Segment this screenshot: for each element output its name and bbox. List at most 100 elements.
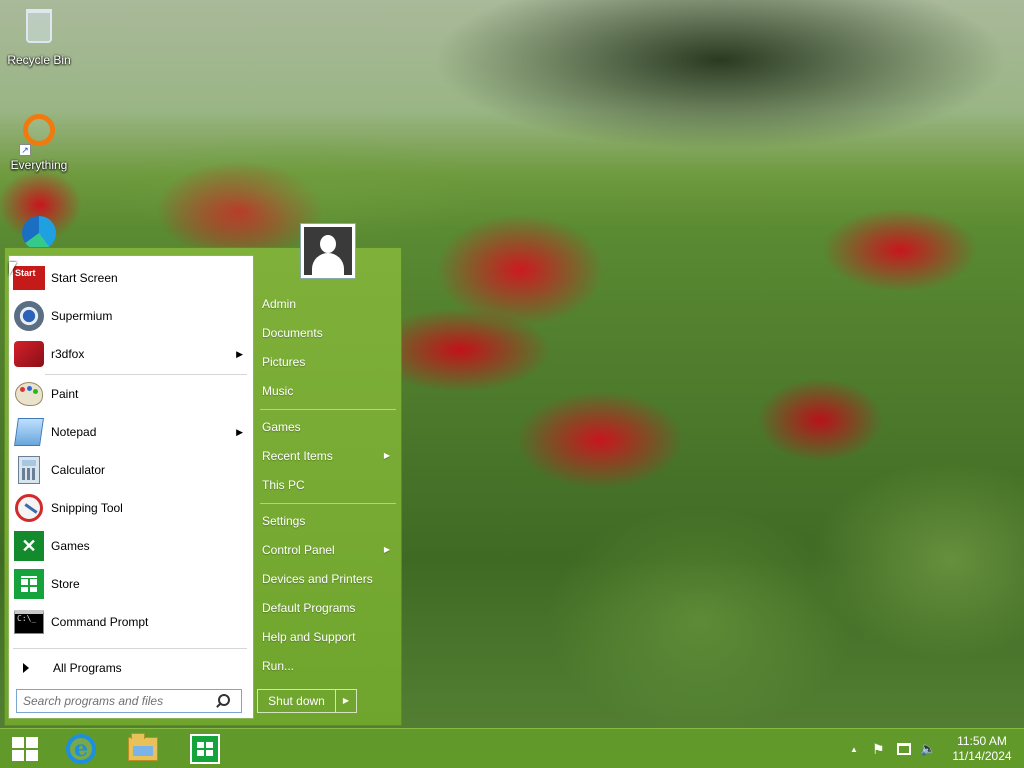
taskbar-store[interactable] [180, 731, 230, 767]
right-item-label: Pictures [262, 355, 306, 369]
start-right-settings[interactable]: Settings [258, 508, 396, 534]
everything-icon: ↗ [19, 114, 59, 156]
search-box[interactable] [16, 689, 242, 713]
right-item-label: Default Programs [262, 601, 356, 615]
desktop-icon-label: Recycle Bin [7, 53, 71, 67]
right-item-label: Documents [262, 326, 323, 340]
program-snipping-tool[interactable]: Snipping Tool [13, 490, 251, 526]
taskbar-internet-explorer[interactable]: e [56, 731, 106, 767]
separator [260, 409, 396, 410]
shutdown-button-group: Shut down ▶ [257, 689, 357, 713]
command-prompt-icon: C:\_ [13, 606, 45, 638]
user-account-picture[interactable] [300, 223, 356, 279]
program-label: Calculator [51, 463, 106, 477]
program-label: r3dfox [51, 347, 85, 361]
search-icon[interactable] [213, 691, 233, 711]
submenu-arrow-icon: ▶ [383, 545, 390, 554]
start-screen-icon: Start [13, 262, 45, 294]
snipping-tool-icon [13, 492, 45, 524]
start-right-help-and-support[interactable]: Help and Support [258, 624, 396, 650]
search-input[interactable] [17, 694, 213, 708]
right-item-label: Help and Support [262, 630, 356, 644]
mouse-cursor-icon [9, 262, 17, 276]
expand-triangle-icon [23, 663, 29, 673]
start-right-devices-and-printers[interactable]: Devices and Printers [258, 566, 396, 592]
right-item-label: Admin [262, 297, 297, 311]
notepad-icon [13, 416, 45, 448]
program-paint[interactable]: Paint [13, 376, 251, 412]
user-avatar-icon [304, 227, 352, 275]
start-right-control-panel[interactable]: Control Panel ▶ [258, 537, 396, 563]
calculator-icon [13, 454, 45, 486]
program-calculator[interactable]: Calculator [13, 452, 251, 488]
taskbar: e ▲ ⚑ 🔈 [0, 728, 1024, 768]
taskbar-file-explorer[interactable] [118, 731, 168, 767]
all-programs-button[interactable]: All Programs [15, 656, 249, 680]
start-right-run[interactable]: Run... [258, 653, 396, 679]
program-notepad[interactable]: Notepad ▶ [13, 414, 251, 450]
right-item-label: Control Panel [262, 543, 335, 557]
program-store[interactable]: Store [13, 566, 251, 602]
recycle-bin-icon [19, 9, 59, 49]
program-label: Snipping Tool [51, 501, 123, 515]
submenu-arrow-icon: ▶ [383, 451, 390, 460]
network-icon[interactable] [897, 731, 911, 767]
action-center-flag-icon[interactable]: ⚑ [872, 731, 885, 767]
program-games[interactable]: ✕ Games [13, 528, 251, 564]
program-supermium[interactable]: Supermium [13, 298, 251, 334]
program-command-prompt[interactable]: C:\_ Command Prompt [13, 604, 251, 640]
internet-explorer-icon: e [66, 734, 96, 764]
right-item-label: Devices and Printers [262, 572, 373, 586]
games-icon: ✕ [13, 530, 45, 562]
supermium-icon [13, 300, 45, 332]
submenu-arrow-icon: ▶ [236, 426, 243, 437]
program-label: Games [51, 539, 90, 553]
taskbar-clock[interactable]: 11:50 AM 11/14/2024 [946, 734, 1018, 764]
desktop-icon-recycle-bin[interactable]: Recycle Bin [0, 6, 78, 67]
submenu-arrow-icon: ▶ [236, 348, 243, 359]
desktop-icon-everything[interactable]: ↗ Everything [0, 112, 78, 172]
clock-date: 11/14/2024 [952, 749, 1012, 763]
right-item-label: Recent Items [262, 449, 333, 463]
program-label: Supermium [51, 309, 113, 323]
start-right-music[interactable]: Music [258, 378, 396, 404]
start-right-default-programs[interactable]: Default Programs [258, 595, 396, 621]
start-button[interactable] [0, 731, 50, 767]
program-label: Notepad [51, 425, 97, 439]
store-icon [190, 734, 220, 764]
separator [260, 503, 396, 504]
shutdown-options-arrow-icon[interactable]: ▶ [336, 690, 356, 712]
program-start-screen[interactable]: Start Start Screen [13, 260, 251, 296]
r3dfox-icon [13, 338, 45, 370]
right-item-label: Run... [262, 659, 295, 673]
right-item-label: Settings [262, 514, 306, 528]
show-hidden-icons-icon[interactable]: ▲ [850, 731, 858, 767]
start-right-admin[interactable]: Admin [258, 291, 396, 317]
program-label: Start Screen [51, 271, 118, 285]
all-programs-label: All Programs [53, 661, 122, 675]
shutdown-button[interactable]: Shut down [258, 690, 336, 712]
start-right-games[interactable]: Games [258, 414, 396, 440]
right-item-label: This PC [262, 478, 305, 492]
separator [13, 648, 247, 649]
desktop-icon-label: Everything [10, 158, 68, 172]
shortcut-arrow-icon: ↗ [19, 144, 31, 156]
start-menu-programs-pane: Start Start Screen Supermium r3dfox ▶ Pa… [8, 255, 254, 719]
start-right-recent-items[interactable]: Recent Items ▶ [258, 443, 396, 469]
volume-icon[interactable]: 🔈 [920, 731, 936, 767]
file-explorer-icon [128, 733, 158, 761]
start-right-pictures[interactable]: Pictures [258, 349, 396, 375]
right-item-label: Games [262, 420, 301, 434]
windows-start-icon [12, 737, 38, 761]
program-label: Command Prompt [51, 615, 149, 629]
separator [45, 374, 247, 375]
right-item-label: Music [262, 384, 294, 398]
start-right-this-pc[interactable]: This PC [258, 472, 396, 498]
clock-time: 11:50 AM [957, 734, 1007, 748]
start-right-documents[interactable]: Documents [258, 320, 396, 346]
program-label: Store [51, 577, 80, 591]
store-icon [13, 568, 45, 600]
program-r3dfox[interactable]: r3dfox ▶ [13, 336, 251, 372]
program-label: Paint [51, 387, 79, 401]
paint-icon [13, 378, 45, 410]
